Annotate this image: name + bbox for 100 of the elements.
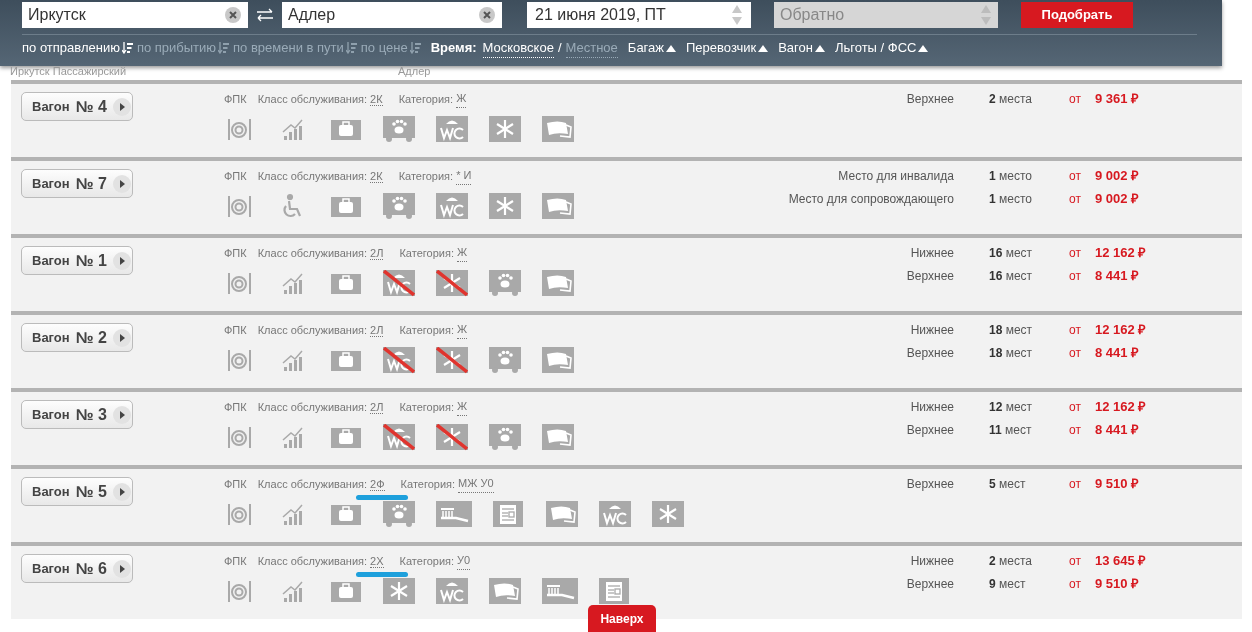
category-value[interactable]: Ж [456, 244, 468, 262]
seat-type: Нижнее [909, 322, 954, 339]
seat-count: 16 мест [989, 245, 1034, 262]
price: 8 441 ₽ [1094, 421, 1140, 440]
seat-count: 11 мест [989, 422, 1033, 439]
category-value[interactable]: Ж [456, 90, 467, 108]
car-button[interactable]: Вагон № 2 [21, 323, 133, 352]
carrier: ФПК [224, 476, 247, 492]
seat-count: 16 мест [989, 268, 1034, 285]
price: 9 510 ₽ [1094, 575, 1140, 594]
seat-type: Верхнее [905, 576, 954, 593]
sort-option[interactable]: по цене [360, 38, 421, 58]
class-value[interactable]: 2К [370, 169, 383, 183]
class-value[interactable]: 2Л [370, 246, 384, 260]
class-label: Класс обслуживания: [257, 553, 368, 569]
filter-dropdown[interactable]: Перевозчик [686, 38, 769, 58]
price-prefix: от [1069, 576, 1081, 593]
scroll-top-button[interactable]: Наверх [588, 605, 656, 632]
time-option[interactable]: Местное [565, 37, 618, 59]
category-label: Категория: [398, 91, 454, 107]
from-field[interactable]: Иркутск [22, 2, 248, 28]
category-value[interactable]: МЖ У0 [458, 475, 494, 493]
price: 9 002 ₽ [1094, 167, 1140, 186]
swap-icon[interactable] [256, 8, 274, 22]
seat-type: Верхнее [905, 345, 954, 362]
seat-type: Верхнее [905, 268, 954, 285]
filter-dropdown[interactable]: Льготы / ФСС [834, 38, 929, 58]
seat-type: Верхнее [905, 91, 954, 108]
sort-icon [345, 42, 357, 54]
sort-icon [409, 42, 421, 54]
seat-count: 2 места [989, 91, 1033, 108]
price: 8 441 ₽ [1094, 344, 1140, 363]
submit-button[interactable]: Подобрать [1021, 2, 1133, 28]
price-prefix: от [1069, 268, 1081, 285]
seat-type: Место для инвалида [837, 168, 954, 185]
clear-icon[interactable] [224, 6, 242, 24]
car-button[interactable]: Вагон № 5 [21, 477, 133, 506]
class-label: Класс обслуживания: [257, 245, 368, 261]
time-option[interactable]: Московское [482, 37, 554, 59]
carrier: ФПК [224, 322, 247, 338]
price: 9 002 ₽ [1094, 190, 1140, 209]
category-value[interactable]: Ж [456, 398, 468, 416]
car-button[interactable]: Вагон № 3 [21, 400, 133, 429]
seat-type: Верхнее [905, 422, 954, 439]
sort-option[interactable]: по времени в пути [233, 38, 357, 58]
class-value[interactable]: 2Х [370, 554, 384, 568]
seat-count: 1 место [989, 168, 1033, 185]
price-prefix: от [1069, 422, 1081, 439]
price-prefix: от [1069, 476, 1081, 493]
sort-option[interactable]: по прибытию [136, 38, 230, 58]
category-value[interactable]: * И [456, 167, 472, 185]
category-label: Категория: [399, 399, 454, 415]
category-label: Категория: [399, 322, 454, 338]
price: 8 441 ₽ [1094, 267, 1140, 286]
triangle-up-icon [758, 44, 769, 52]
class-value[interactable]: 2Л [370, 323, 384, 337]
seat-type: Нижнее [909, 245, 954, 262]
price-prefix: от [1069, 322, 1081, 339]
class-value[interactable]: 2К [370, 92, 383, 106]
class-value[interactable]: 2Ф [370, 477, 385, 491]
date-field[interactable]: 21 июня 2019, ПТ [527, 2, 751, 28]
seat-count: 2 места [989, 553, 1033, 570]
to-field[interactable]: Адлер [282, 2, 502, 28]
category-label: Категория: [399, 245, 454, 261]
price: 9 510 ₽ [1094, 475, 1140, 494]
car-button[interactable]: Вагон № 7 [21, 169, 133, 198]
class-label: Класс обслуживания: [257, 476, 368, 492]
triangle-up-icon [918, 44, 929, 52]
car-button[interactable]: Вагон № 4 [21, 92, 133, 121]
seat-count: 18 мест [989, 322, 1034, 339]
triangle-up-icon [814, 44, 825, 52]
car-button[interactable]: Вагон № 1 [21, 246, 133, 275]
class-value[interactable]: 2Л [370, 400, 384, 414]
carrier: ФПК [224, 553, 247, 569]
price: 13 645 ₽ [1094, 552, 1147, 571]
class-label: Класс обслуживания: [257, 322, 368, 338]
clear-icon[interactable] [478, 6, 496, 24]
play-icon [112, 482, 131, 501]
carrier: ФПК [224, 91, 247, 107]
carrier: ФПК [224, 168, 247, 184]
price: 9 361 ₽ [1094, 90, 1140, 109]
play-icon [112, 328, 131, 347]
separator: / [557, 39, 562, 58]
filter-dropdown[interactable]: Багаж [627, 38, 676, 58]
departure-station: Иркутск Пассажирский [10, 66, 127, 76]
price: 12 162 ₽ [1094, 244, 1147, 263]
sort-option[interactable]: по отправлению [22, 38, 133, 58]
time-label: Время: [430, 39, 477, 58]
category-value[interactable]: Ж [456, 321, 468, 339]
price-prefix: от [1069, 191, 1081, 208]
price-prefix: от [1069, 399, 1081, 416]
seat-count: 1 место [989, 191, 1033, 208]
filter-dropdown[interactable]: Вагон [778, 38, 825, 58]
seat-count: 9 мест [989, 576, 1027, 593]
seat-type: Верхнее [905, 476, 954, 493]
category-value[interactable]: У0 [457, 552, 471, 570]
car-button[interactable]: Вагон № 6 [21, 554, 133, 583]
price: 12 162 ₽ [1094, 398, 1147, 417]
class-label: Класс обслуживания: [257, 399, 368, 415]
sort-icon [218, 42, 230, 54]
